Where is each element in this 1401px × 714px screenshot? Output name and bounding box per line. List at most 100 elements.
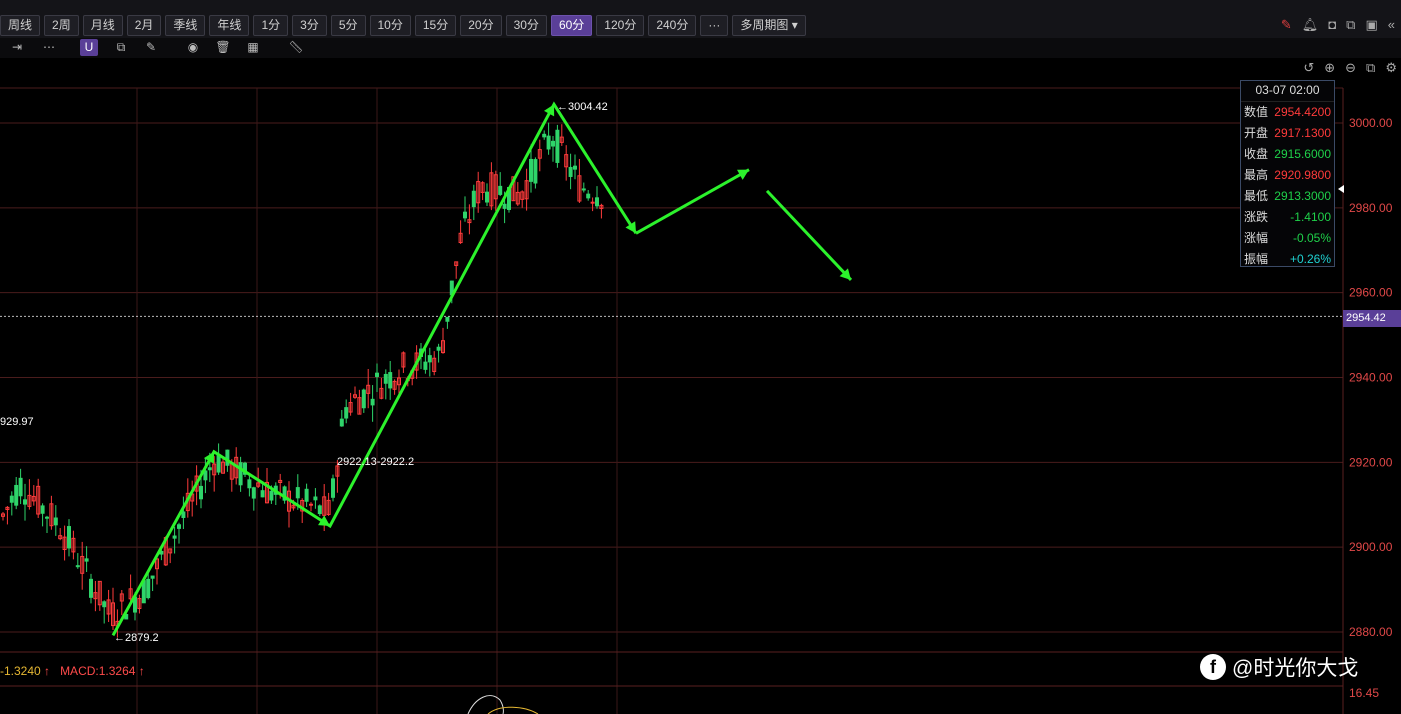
info-row: 最低 2913.3000 [1241,186,1334,207]
candle-body [573,165,577,170]
candle-body [216,454,221,473]
trend-arrow-down [765,189,853,281]
price-axis: 3000.00 2980.00 2960.00 2940.00 2920.00 2900.… [1338,116,1393,700]
candle-body [150,575,155,579]
candle-body [317,505,322,515]
candle-body [370,398,375,406]
candle-body [361,389,366,409]
candle-body [331,478,335,498]
candle-body [225,449,230,466]
candle-body [146,578,151,599]
left-edge-label: 929.97 [0,416,34,428]
candle-body [498,185,503,195]
macd-curve [467,695,504,714]
candle-body [586,193,591,199]
info-label: 最低 [1244,189,1269,203]
candle-body [181,511,186,518]
info-value: 2917.1300 [1274,126,1331,140]
macd-legend: -1.3240 ↑ MACD:1.3264 ↑ [0,664,145,678]
mid-label: 2922.13-2922.2 [337,456,414,468]
candle-body [581,188,586,191]
candle-body [14,484,19,506]
macd-axis-label: 16.45 [1349,686,1379,700]
info-value: 2920.9800 [1274,168,1331,182]
info-value: 2915.6000 [1274,147,1331,161]
info-label: 振幅 [1244,252,1269,266]
trend-arrow-up [635,168,750,235]
macd-diff-value: -1.3240 [0,664,41,678]
candle-body [383,373,388,384]
info-label: 涨跌 [1244,210,1269,224]
candle-body [304,488,309,502]
candle-body [67,526,71,549]
candle-body [568,166,573,177]
candle-body [309,503,313,506]
candle-body [53,517,58,526]
info-value: -1.4100 [1290,210,1331,224]
candle-body [551,140,555,147]
candle-body [102,601,107,608]
candle-body [269,490,274,501]
candle-body [199,485,203,500]
candle-body [89,578,93,598]
candle-body [177,524,181,529]
candle-body [238,462,243,486]
info-label: 数值 [1244,105,1269,119]
candle-body [388,372,393,389]
pointer-icon [1338,185,1344,193]
candle-body [45,516,49,519]
info-row: 振幅 +0.26% [1241,249,1334,270]
candle-body [339,418,344,427]
price-chart[interactable]: 3000.00 2980.00 2960.00 2940.00 2920.00 2900.… [0,0,1401,714]
candle-body [375,372,379,377]
candlestick-series [1,122,604,638]
info-value: 2954.4200 [1274,105,1331,119]
candle-body [502,203,507,209]
candle-body [260,490,265,498]
info-time: 03-07 02:00 [1241,81,1334,102]
candle-body [18,477,23,497]
info-label: 开盘 [1244,126,1269,140]
price-axis-label: 2960.00 [1349,286,1393,300]
info-row: 开盘 2917.1300 [1241,123,1334,144]
candle-body [463,211,467,219]
current-price-tag: 2954.42 [1343,310,1401,327]
info-label: 最高 [1244,168,1269,182]
candle-body [427,355,432,363]
watermark: f @时光你大戈 [1200,652,1358,682]
candle-body [313,496,318,501]
info-row: 最高 2920.9800 [1241,165,1334,186]
peak-label: ←3004.42 [557,101,608,113]
price-axis-label: 2980.00 [1349,201,1393,215]
candle-body [595,197,599,207]
candle-body [207,467,212,471]
low-label: ←2879.2 [114,632,159,644]
candle-body [251,487,256,499]
candle-body [542,133,547,138]
candle-body [40,505,45,514]
candle-body [529,158,533,182]
candle-body [172,535,177,539]
candle-body [423,361,428,370]
info-value: +0.26% [1289,252,1331,266]
candle-body [75,565,80,568]
candle-body [555,129,560,163]
price-axis-label: 2880.00 [1349,625,1393,639]
candle-body [9,495,14,503]
trend-arrow-main [111,101,638,637]
candle-body [247,479,252,489]
info-value: -0.05% [1292,231,1331,245]
candle-body [485,191,489,203]
chart-grid [0,87,1344,714]
ohlc-info-panel: 03-07 02:00 数值 2954.4200 开盘 2917.1300 收盘 2915… [1240,80,1335,267]
candle-body [84,558,89,562]
candle-body [436,346,441,351]
facebook-icon: f [1200,654,1226,680]
price-axis-label: 2940.00 [1349,371,1393,385]
info-row: 数值 2954.4200 [1241,102,1334,123]
price-axis-label: 3000.00 [1349,116,1393,130]
candle-body [445,316,450,322]
candle-body [344,407,349,419]
candle-body [471,190,476,208]
price-axis-label: 2900.00 [1349,540,1393,554]
